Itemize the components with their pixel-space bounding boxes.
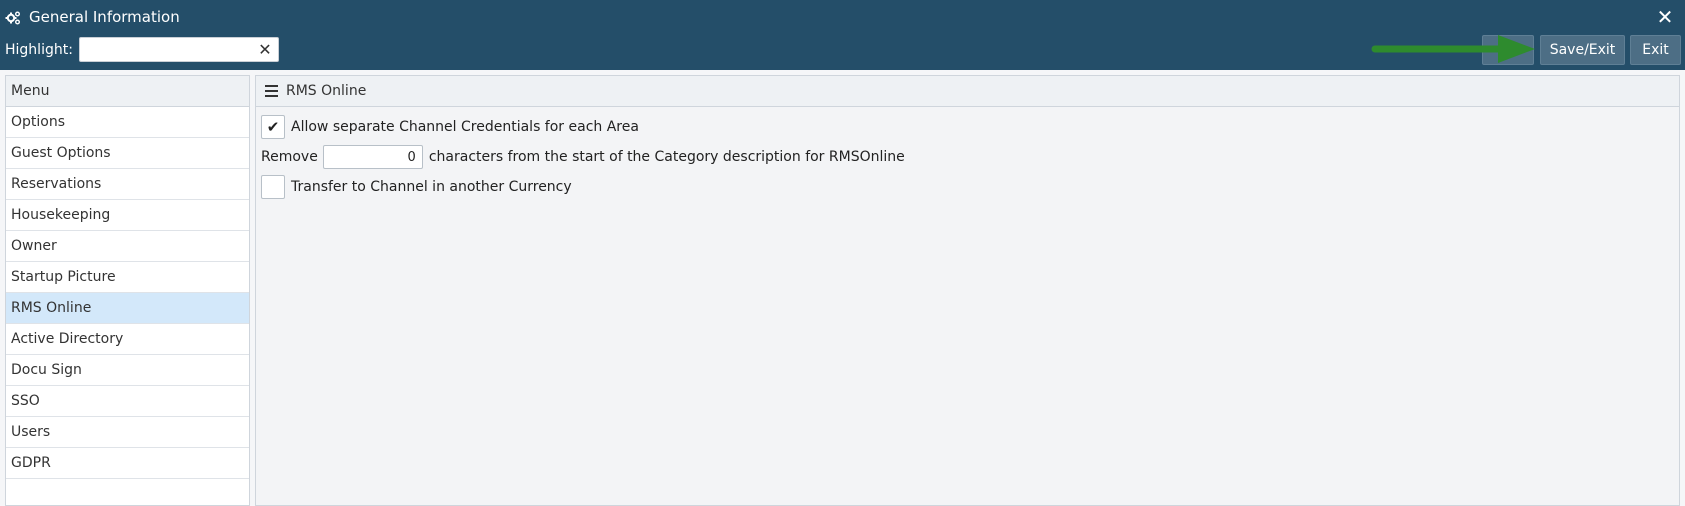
sidebar-item-docu-sign[interactable]: Docu Sign (6, 355, 249, 386)
section-title: RMS Online (286, 83, 367, 99)
clear-icon[interactable]: ✕ (257, 39, 273, 60)
allow-separate-row: ✔ Allow separate Channel Credentials for… (261, 114, 639, 140)
remove-prefix-label: Remove (261, 149, 318, 165)
allow-separate-checkbox[interactable]: ✔ (261, 115, 285, 139)
sidebar-item-rms-online[interactable]: RMS Online (6, 293, 249, 324)
window-title: General Information (29, 8, 180, 26)
main-panel: RMS Online ✔ Allow separate Channel Cred… (255, 75, 1680, 506)
transfer-currency-label: Transfer to Channel in another Currency (291, 179, 572, 195)
sidebar-item-sso[interactable]: SSO (6, 386, 249, 417)
title-bar: General Information ✕ Highlight: ✕ Save/… (0, 0, 1685, 70)
sidebar-menu: Menu Options Guest Options Reservations … (5, 75, 250, 506)
exit-button[interactable]: Exit (1630, 35, 1681, 65)
sidebar-item-guest-options[interactable]: Guest Options (6, 138, 249, 169)
transfer-currency-checkbox[interactable] (261, 175, 285, 199)
hamburger-icon[interactable] (265, 85, 278, 97)
sidebar-item-gdpr[interactable]: GDPR (6, 448, 249, 479)
close-icon[interactable]: ✕ (1655, 6, 1675, 28)
sidebar-item-owner[interactable]: Owner (6, 231, 249, 262)
save-exit-button[interactable]: Save/Exit (1540, 35, 1625, 65)
blank-button[interactable] (1482, 35, 1534, 65)
highlight-input[interactable] (80, 38, 250, 61)
sidebar-item-reservations[interactable]: Reservations (6, 169, 249, 200)
gears-icon (5, 11, 20, 25)
sidebar-item-housekeeping[interactable]: Housekeeping (6, 200, 249, 231)
sidebar-item-users[interactable]: Users (6, 417, 249, 448)
sidebar-item-startup-picture[interactable]: Startup Picture (6, 262, 249, 293)
highlight-label: Highlight: (5, 42, 73, 58)
highlight-field: ✕ (79, 37, 279, 62)
sidebar-item-active-directory[interactable]: Active Directory (6, 324, 249, 355)
remove-suffix-label: characters from the start of the Categor… (428, 149, 905, 165)
allow-separate-label: Allow separate Channel Credentials for e… (291, 119, 639, 135)
main-header: RMS Online (256, 76, 1679, 107)
transfer-currency-row: Transfer to Channel in another Currency (261, 174, 572, 200)
sidebar-item-options[interactable]: Options (6, 107, 249, 138)
remove-characters-input[interactable] (322, 145, 423, 169)
checkmark-icon: ✔ (266, 118, 280, 136)
sidebar-header: Menu (6, 76, 249, 107)
remove-characters-row: Remove characters from the start of the … (261, 144, 905, 170)
